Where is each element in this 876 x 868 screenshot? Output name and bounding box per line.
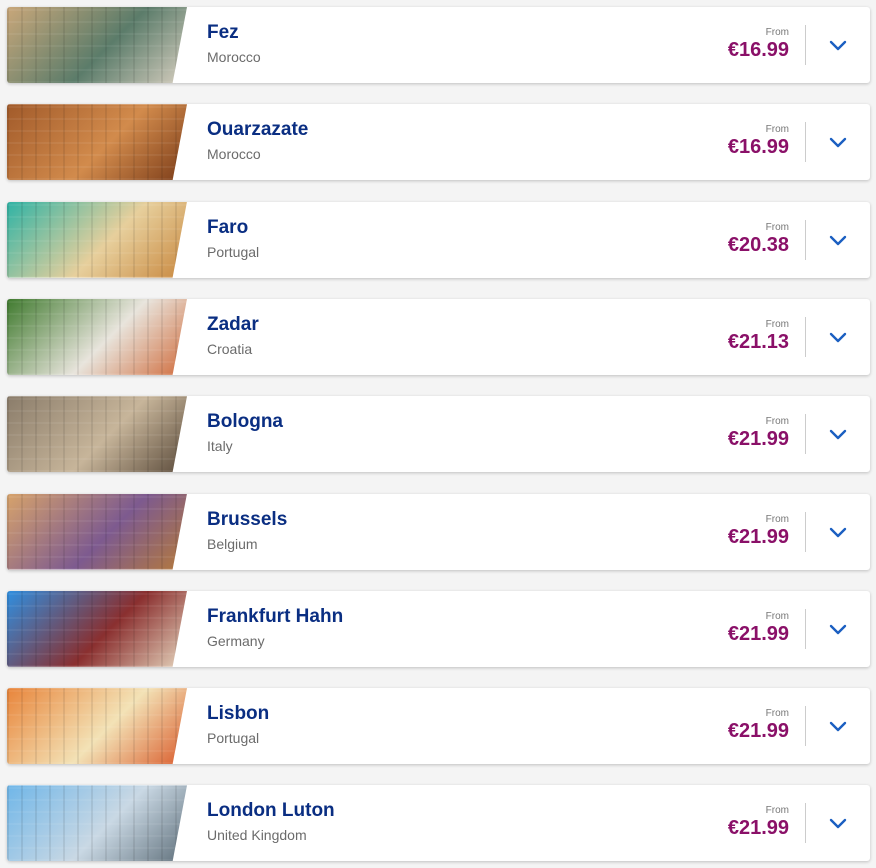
divider [805,122,806,163]
chevron-down-icon[interactable] [826,228,850,252]
country-name: Belgium [207,535,258,552]
destination-card[interactable]: Zadar Croatia From €21.13 [7,298,870,375]
destination-photo [7,493,187,570]
destination-card[interactable]: Ouarzazate Morocco From €16.99 [7,104,870,181]
chevron-down-icon[interactable] [826,520,850,544]
country-name: United Kingdom [207,827,307,844]
destination-card[interactable]: Brussels Belgium From €21.99 [7,493,870,570]
city-name: Lisbon [207,703,270,725]
country-name: Portugal [207,730,260,747]
destination-photo [7,396,187,473]
from-label: From [765,708,789,720]
divider [805,803,806,844]
destination-card[interactable]: Fez Morocco From €16.99 [7,7,870,83]
chevron-down-icon[interactable] [826,714,850,738]
city-name: Zadar [207,313,259,335]
chevron-down-icon[interactable] [826,811,850,835]
chevron-down-icon[interactable] [826,130,850,154]
divider [805,316,806,357]
city-name: Bologna [207,411,283,433]
from-label: From [765,610,789,622]
country-name: Portugal [207,243,260,260]
destination-card[interactable]: London Luton United Kingdom From €21.99 [7,785,870,862]
city-name: Brussels [207,508,288,530]
destination-photo [7,104,187,181]
chevron-down-icon[interactable] [826,617,850,641]
city-name: Frankfurt Hahn [207,605,344,627]
destination-card[interactable]: Lisbon Portugal From €21.99 [7,688,870,765]
from-label: From [765,221,789,233]
destination-card[interactable]: Faro Portugal From €20.38 [7,201,870,278]
divider [805,511,806,552]
from-label: From [765,27,789,38]
country-name: Morocco [207,146,261,163]
destination-list: Fez Morocco From €16.99 Ouarzazate Morocco Fro… [0,0,876,868]
country-name: Germany [207,632,265,649]
destination-photo [7,590,187,667]
chevron-down-icon[interactable] [826,33,850,57]
country-name: Morocco [207,49,261,65]
divider [805,608,806,649]
fare-price: €21.13 [727,330,789,353]
fare-price: €21.99 [727,525,789,548]
divider [805,414,806,455]
destination-photo [7,785,187,862]
destination-photo [7,7,187,83]
destination-photo [7,201,187,278]
from-label: From [765,416,789,428]
divider [805,219,806,260]
from-label: From [765,513,789,525]
destination-photo [7,298,187,375]
from-label: From [765,805,789,817]
country-name: Italy [207,438,233,455]
fare-price: €16.99 [727,136,789,159]
fare-price: €21.99 [727,622,789,645]
country-name: Croatia [207,340,253,357]
fare-price: €21.99 [727,428,789,451]
chevron-down-icon[interactable] [826,325,850,349]
fare-price: €16.99 [727,39,789,61]
fare-price: €21.99 [727,817,789,840]
from-label: From [765,124,789,136]
destination-card[interactable]: Bologna Italy From €21.99 [7,396,870,473]
city-name: London Luton [207,800,335,822]
city-name: Ouarzazate [207,119,309,141]
city-name: Faro [207,216,249,238]
divider [805,25,806,65]
from-label: From [765,318,789,330]
fare-price: €21.99 [727,720,789,743]
fare-price: €20.38 [727,233,789,256]
destination-photo [7,688,187,765]
divider [805,706,806,747]
chevron-down-icon[interactable] [826,422,850,446]
destination-card[interactable]: Frankfurt Hahn Germany From €21.99 [7,590,870,667]
city-name: Fez [207,22,239,43]
